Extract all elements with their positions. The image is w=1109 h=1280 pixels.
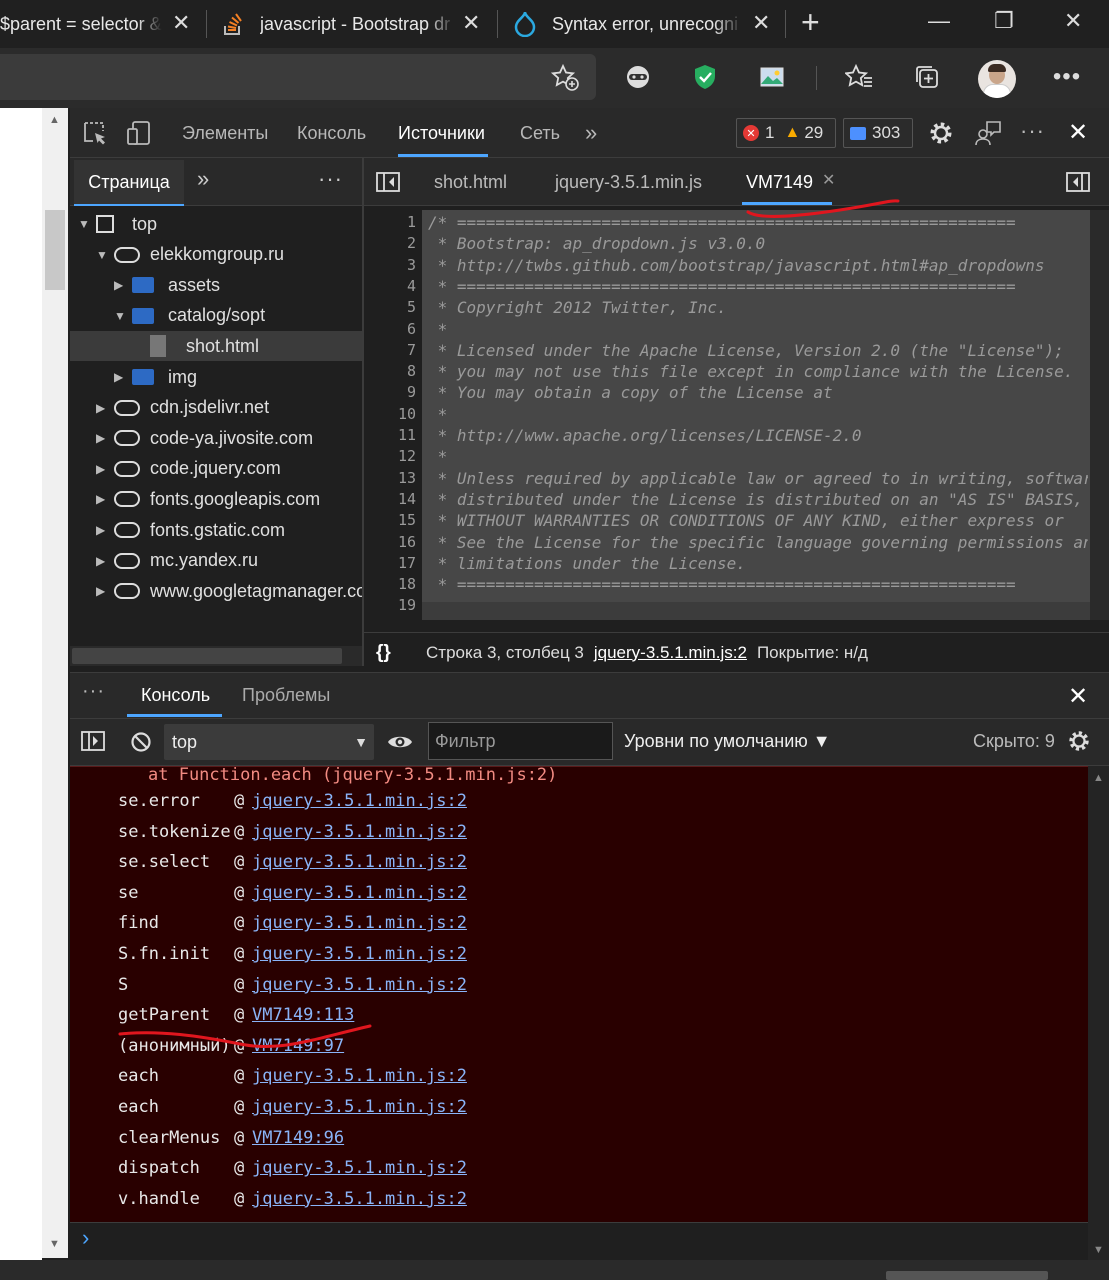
annotation-underline-vm-tab <box>746 199 900 218</box>
hand-drawn-annotations <box>118 199 900 1049</box>
annotation-underline-getparent <box>118 1024 372 1049</box>
